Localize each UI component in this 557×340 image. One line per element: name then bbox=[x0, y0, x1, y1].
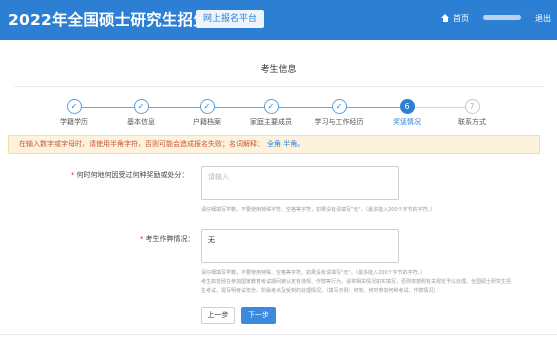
check-icon: ✓ bbox=[331, 99, 347, 114]
required-mark: * bbox=[71, 171, 75, 179]
step-number: 6 bbox=[399, 99, 415, 114]
step-3[interactable]: ✓ 户籍档案 bbox=[177, 99, 237, 127]
awards-label-text: 何时何地何因受过何种奖励或处分： bbox=[76, 171, 189, 179]
home-label: 首页 bbox=[453, 14, 469, 23]
half-width-warning: 在输入数字或字母时，请使用半角字符，否则可能会造成报名失败；名词解释： 全角 半角… bbox=[8, 135, 540, 154]
step-label: 学习与工作经历 bbox=[314, 118, 364, 126]
step-4[interactable]: ✓ 家庭主要成员 bbox=[241, 99, 301, 127]
cheating-hint: 请仔细填写学籍，不要使用特殊、空格等字符。如果没有请填写"无"。（最多能入200… bbox=[201, 270, 426, 276]
awards-textarea[interactable] bbox=[201, 166, 399, 200]
step-label: 奖惩情况 bbox=[393, 118, 421, 126]
cheating-note-line-1: 考生如曾经在参加国家教育考试期间被认定有违规、作弊等行为，请将相关情况如实填写，… bbox=[201, 279, 512, 285]
step-label: 学籍学历 bbox=[60, 118, 88, 126]
check-icon: ✓ bbox=[66, 99, 82, 114]
home-link[interactable]: 首页 bbox=[441, 13, 469, 24]
page-title: 考生信息 bbox=[260, 65, 297, 75]
check-icon: ✓ bbox=[133, 99, 149, 114]
awards-hint: 请仔细填写学籍，不要使用特殊字符、空格等字符，如果没有请填写"无"。（最多能入2… bbox=[201, 207, 436, 213]
step-label: 户籍档案 bbox=[193, 118, 221, 126]
check-icon: ✓ bbox=[199, 99, 215, 114]
awards-label: * 何时何地何因受过何种奖励或处分： bbox=[71, 170, 189, 180]
step-5[interactable]: ✓ 学习与工作经历 bbox=[309, 99, 369, 127]
cheating-label: * 考生作弊情况： bbox=[140, 234, 195, 244]
cheating-textarea[interactable]: 无 bbox=[201, 229, 399, 263]
divider bbox=[14, 86, 544, 87]
step-2[interactable]: ✓ 基本信息 bbox=[111, 99, 171, 127]
previous-step-button[interactable]: 上一步 bbox=[201, 307, 235, 324]
home-icon bbox=[441, 14, 450, 22]
step-number: 7 bbox=[464, 99, 480, 114]
divider bbox=[0, 334, 557, 335]
step-label: 家庭主要成员 bbox=[250, 118, 292, 126]
step-7[interactable]: 7 联系方式 bbox=[442, 99, 502, 127]
logout-link[interactable]: 退出 bbox=[535, 13, 551, 24]
cheating-label-text: 考生作弊情况： bbox=[145, 235, 195, 243]
step-6[interactable]: 6 奖惩情况 bbox=[377, 99, 437, 127]
username-redacted bbox=[483, 15, 521, 20]
cheating-note-line-2: 生考试，需写明考试年份、所属考点及受到的处理情况。（填写示例：何地、何时参加何种… bbox=[201, 288, 439, 294]
glossary-link[interactable]: 全角 半角。 bbox=[267, 140, 304, 148]
platform-badge: 网上报名平台 bbox=[196, 10, 265, 28]
next-step-button[interactable]: 下一步 bbox=[241, 307, 276, 324]
top-header: 2022年全国硕士研究生招生考试 网上报名平台 首页 退出 bbox=[0, 0, 557, 40]
step-1[interactable]: ✓ 学籍学历 bbox=[44, 99, 104, 127]
step-label: 基本信息 bbox=[127, 118, 155, 126]
step-label: 联系方式 bbox=[458, 118, 486, 126]
check-icon: ✓ bbox=[263, 99, 279, 114]
required-mark: * bbox=[140, 235, 144, 243]
warning-text: 在输入数字或字母时，请使用半角字符，否则可能会造成报名失败；名词解释： bbox=[19, 140, 264, 148]
